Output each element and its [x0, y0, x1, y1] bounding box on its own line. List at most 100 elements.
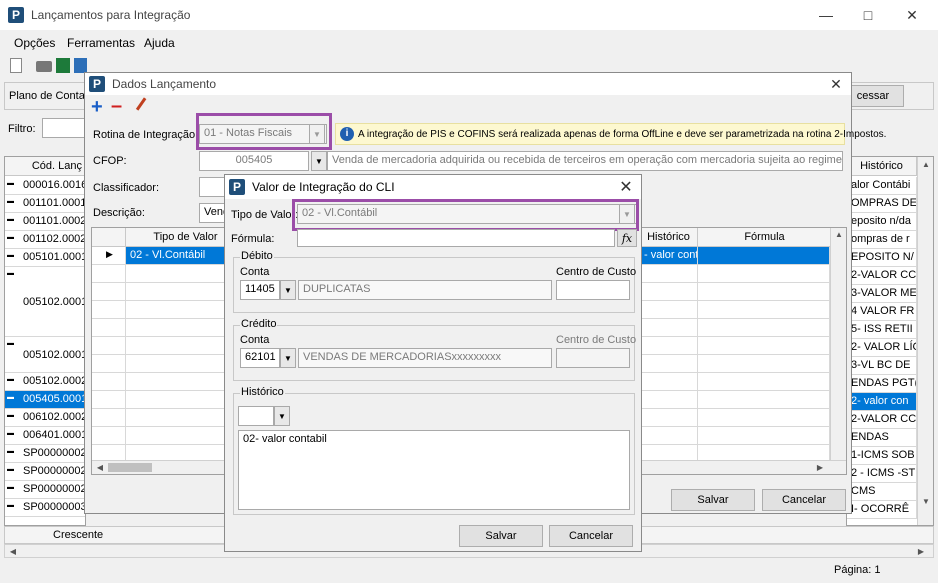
right-grid-row[interactable]: EPOSITO N/ [847, 249, 917, 267]
left-grid-row[interactable]: ▬ 005102.0002 [5, 373, 85, 391]
right-grid-row[interactable]: alor Contábi [847, 177, 917, 195]
minimize-icon[interactable]: — [806, 0, 846, 30]
right-grid-row[interactable]: 4 VALOR FR [847, 303, 917, 321]
dados-grid-cell[interactable] [640, 319, 698, 337]
dados-grid-cell[interactable]: - valor cont [640, 247, 698, 265]
menu-ajuda[interactable]: Ajuda [144, 36, 175, 50]
cli-cancelar-button[interactable]: Cancelar [549, 525, 633, 547]
right-grid-header[interactable]: Histórico [847, 157, 917, 176]
historico-dropdown-icon[interactable]: ▼ [274, 406, 290, 426]
dados-grid-cell[interactable] [640, 391, 698, 409]
scroll-down-icon[interactable]: ▼ [918, 497, 933, 506]
left-grid-row[interactable]: ▬ SP000000020 [5, 445, 85, 463]
right-grid-row[interactable]: 5- ISS RETII [847, 321, 917, 339]
dados-grid-vscroll[interactable]: ▲ [830, 228, 846, 460]
dados-grid-cell[interactable] [698, 409, 830, 427]
credito-conta-dropdown-icon[interactable]: ▼ [280, 348, 296, 368]
dados-grid-cell[interactable] [640, 301, 698, 319]
scroll-right-icon[interactable]: ▶ [913, 547, 929, 556]
cli-salvar-button[interactable]: Salvar [459, 525, 543, 547]
dados-scroll-left-icon[interactable]: ◀ [92, 463, 108, 472]
dados-grid-cell[interactable] [698, 247, 830, 265]
edit-icon[interactable] [135, 97, 153, 115]
dados-grid-cell[interactable] [640, 283, 698, 301]
dados-grid-cell[interactable] [640, 427, 698, 445]
maximize-icon[interactable]: □ [848, 0, 888, 30]
dados-grid-cell[interactable] [698, 355, 830, 373]
formula-input[interactable] [297, 229, 615, 247]
cfop-input[interactable]: 005405 [199, 151, 309, 171]
right-grid-row[interactable]: 3-VL BC DE [847, 357, 917, 375]
dados-grid-cell[interactable] [698, 283, 830, 301]
dados-grid-cell[interactable] [698, 337, 830, 355]
left-grid-row[interactable]: ▬ 005101.0001 [5, 249, 85, 267]
right-grid-row[interactable]: 2-VALOR CC [847, 411, 917, 429]
scroll-left-icon[interactable]: ◀ [5, 547, 21, 556]
left-grid-row[interactable]: ▬ 006102.0002 [5, 409, 85, 427]
historico-textarea[interactable]: 02- valor contabil [238, 430, 630, 510]
right-grid-row[interactable]: ENDAS [847, 429, 917, 447]
right-grid-row[interactable]: CMS [847, 483, 917, 501]
left-grid-row[interactable]: ▬ 001102.0002 [5, 231, 85, 249]
grid-header-historico[interactable]: Histórico [640, 228, 698, 247]
dados-grid-cell[interactable] [698, 319, 830, 337]
left-grid-header[interactable]: Cód. Lanç [5, 157, 85, 176]
right-grid-row[interactable]: 2 - ICMS -ST [847, 465, 917, 483]
right-grid-scrollbar[interactable]: ▲ ▼ [917, 157, 933, 525]
right-grid-row[interactable]: 2-VALOR CC [847, 267, 917, 285]
right-grid-row[interactable]: ompras de r [847, 231, 917, 249]
dados-cancelar-button[interactable]: Cancelar [762, 489, 846, 511]
cfop-dropdown-icon[interactable]: ▼ [311, 151, 327, 171]
remove-icon[interactable]: – [111, 96, 122, 116]
menu-opcoes[interactable]: Opções [14, 36, 55, 50]
dados-grid-cell[interactable] [698, 301, 830, 319]
historico-select[interactable] [238, 406, 274, 426]
right-grid-row[interactable]: 2- valor con [847, 393, 917, 411]
new-document-icon[interactable] [10, 58, 22, 73]
dados-grid-cell[interactable] [640, 265, 698, 283]
fx-icon[interactable]: fx [617, 229, 637, 247]
left-grid-row[interactable]: ▬ 005102.0001 [5, 267, 85, 337]
dados-scroll-right-icon[interactable]: ▶ [812, 463, 828, 472]
right-grid-row[interactable]: 1-ICMS SOB [847, 447, 917, 465]
left-grid-row[interactable]: ▬ SP000000030 [5, 499, 85, 517]
left-grid-row[interactable]: ▬ 001101.0001 [5, 195, 85, 213]
cli-close-icon[interactable]: ✕ [611, 175, 641, 199]
dados-grid-cell[interactable] [640, 355, 698, 373]
export-excel-icon[interactable] [56, 58, 70, 73]
close-icon[interactable]: ✕ [892, 0, 932, 30]
dados-grid-cell[interactable] [698, 265, 830, 283]
left-grid-row[interactable]: ▬ 000016.0016 [5, 177, 85, 195]
menu-ferramentas[interactable]: Ferramentas [67, 36, 135, 50]
dados-grid-cell[interactable] [698, 427, 830, 445]
debito-conta-input[interactable]: 11405 [240, 280, 280, 300]
dados-grid-cell[interactable] [698, 391, 830, 409]
scroll-up-icon[interactable]: ▲ [918, 160, 933, 169]
debito-conta-dropdown-icon[interactable]: ▼ [280, 280, 296, 300]
dados-salvar-button[interactable]: Salvar [671, 489, 755, 511]
credito-conta-input[interactable]: 62101 [240, 348, 280, 368]
export-doc-icon[interactable] [74, 58, 87, 73]
debito-centro-input[interactable] [556, 280, 630, 300]
credito-centro-input[interactable] [556, 348, 630, 368]
dados-close-icon[interactable]: ✕ [821, 73, 851, 95]
right-grid-row[interactable]: I- OCORRÊ [847, 501, 917, 519]
left-grid-row[interactable]: ▬ 006401.0001 [5, 427, 85, 445]
right-grid-row[interactable]: ENDAS PGT( [847, 375, 917, 393]
dados-scroll-thumb[interactable] [108, 463, 152, 472]
dados-grid-cell[interactable] [640, 409, 698, 427]
right-grid-row[interactable]: OMPRAS DE [847, 195, 917, 213]
right-grid-row[interactable]: eposito n/da [847, 213, 917, 231]
dados-grid-cell[interactable] [640, 373, 698, 391]
print-icon[interactable] [36, 61, 52, 72]
left-grid-row[interactable]: ▬ 005102.0001 [5, 337, 85, 373]
left-grid-row[interactable]: ▬ SP000000020 [5, 463, 85, 481]
right-grid-row[interactable]: 3-VALOR ME [847, 285, 917, 303]
left-grid-row[interactable]: ▬ 005405.0001 [5, 391, 85, 409]
add-icon[interactable]: + [91, 97, 103, 117]
dados-grid-cell[interactable] [698, 373, 830, 391]
left-grid-row[interactable]: ▬ SP000000020 [5, 481, 85, 499]
left-grid-row[interactable]: ▬ 001101.0002 [5, 213, 85, 231]
dados-grid-cell[interactable] [640, 337, 698, 355]
grid-header-formula[interactable]: Fórmula [698, 228, 832, 247]
